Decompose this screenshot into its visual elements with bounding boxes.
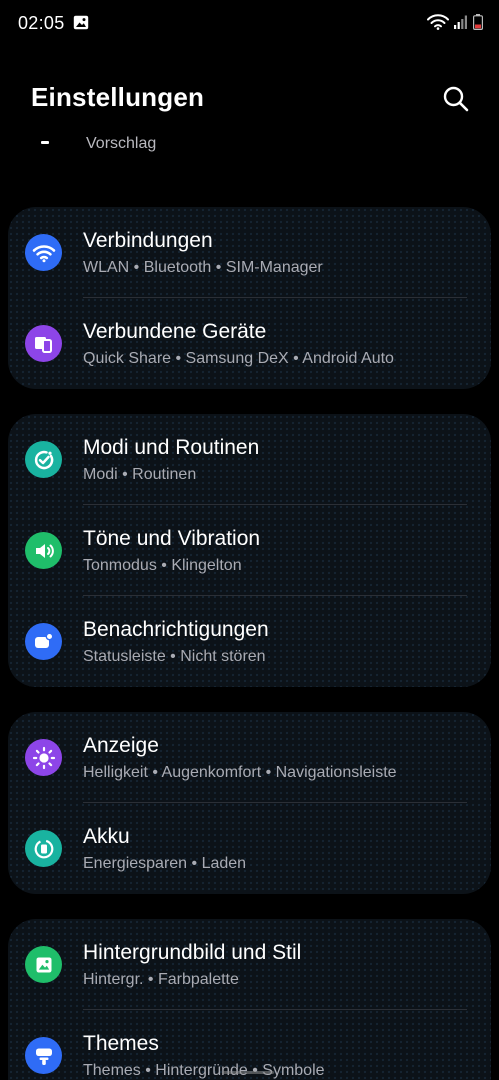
settings-group-display: Anzeige Helligkeit • Augenkomfort • Navi… bbox=[8, 712, 491, 894]
settings-item-akku[interactable]: Akku Energiesparen • Laden bbox=[8, 803, 491, 894]
wallpaper-icon bbox=[25, 946, 62, 983]
settings-group-sound: Modi und Routinen Modi • Routinen Töne u… bbox=[8, 414, 491, 687]
themes-icon bbox=[25, 1037, 62, 1074]
suggestion-icon bbox=[41, 141, 49, 144]
settings-item-verbundene-geraete[interactable]: Verbundene Geräte Quick Share • Samsung … bbox=[8, 298, 491, 389]
wifi-status-icon bbox=[427, 14, 449, 30]
item-title: Verbundene Geräte bbox=[83, 320, 267, 343]
brightness-icon bbox=[25, 739, 62, 776]
status-time: 02:05 bbox=[18, 13, 65, 33]
battery-status-icon bbox=[473, 14, 483, 30]
item-title: Hintergrundbild und Stil bbox=[83, 941, 302, 964]
item-subtitle: Quick Share • Samsung DeX • Android Auto bbox=[83, 350, 394, 367]
settings-group-connections: Verbindungen WLAN • Bluetooth • SIM-Mana… bbox=[8, 207, 491, 389]
wifi-icon bbox=[25, 234, 62, 271]
item-title: Benachrichtigungen bbox=[83, 618, 269, 641]
settings-item-toene-und-vibration[interactable]: Töne und Vibration Tonmodus • Klingelton bbox=[8, 505, 491, 596]
navigation-handle[interactable] bbox=[222, 1071, 274, 1074]
item-subtitle: Helligkeit • Augenkomfort • Navigationsl… bbox=[83, 764, 397, 781]
item-subtitle: Hintergr. • Farbpalette bbox=[83, 971, 239, 988]
suggestion-label: Vorschlag bbox=[86, 135, 157, 152]
notifications-icon bbox=[25, 623, 62, 660]
status-bar: 02:05 bbox=[0, 0, 499, 46]
item-title: Modi und Routinen bbox=[83, 436, 260, 459]
suggestion-item[interactable]: Vorschlag bbox=[0, 128, 499, 170]
status-indicators bbox=[427, 14, 483, 30]
settings-item-themes[interactable]: Themes Themes • Hintergründe • Symbole bbox=[8, 1010, 491, 1080]
item-subtitle: Statusleiste • Nicht stören bbox=[83, 648, 266, 665]
item-subtitle: Modi • Routinen bbox=[83, 466, 197, 483]
settings-group-style: Hintergrundbild und Stil Hintergr. • Far… bbox=[8, 919, 491, 1080]
battery-icon bbox=[25, 830, 62, 867]
settings-item-modi-und-routinen[interactable]: Modi und Routinen Modi • Routinen bbox=[8, 414, 491, 505]
signal-icon bbox=[454, 15, 467, 29]
settings-item-verbindungen[interactable]: Verbindungen WLAN • Bluetooth • SIM-Mana… bbox=[8, 207, 491, 298]
settings-item-hintergrundbild-und-stil[interactable]: Hintergrundbild und Stil Hintergr. • Far… bbox=[8, 919, 491, 1010]
item-title: Themes bbox=[83, 1032, 159, 1055]
item-title: Töne und Vibration bbox=[83, 527, 261, 550]
item-subtitle: Themes • Hintergründe • Symbole bbox=[83, 1062, 325, 1079]
header: Einstellungen bbox=[0, 82, 499, 118]
search-icon[interactable] bbox=[441, 84, 471, 114]
item-subtitle: WLAN • Bluetooth • SIM-Manager bbox=[83, 259, 323, 276]
item-title: Akku bbox=[83, 825, 130, 848]
settings-item-benachrichtigungen[interactable]: Benachrichtigungen Statusleiste • Nicht … bbox=[8, 596, 491, 687]
modes-routines-icon bbox=[25, 441, 62, 478]
settings-item-anzeige[interactable]: Anzeige Helligkeit • Augenkomfort • Navi… bbox=[8, 712, 491, 803]
page-title: Einstellungen bbox=[31, 82, 205, 112]
volume-icon bbox=[25, 532, 62, 569]
item-subtitle: Tonmodus • Klingelton bbox=[83, 557, 242, 574]
item-title: Verbindungen bbox=[83, 229, 213, 252]
connected-devices-icon bbox=[25, 325, 62, 362]
item-subtitle: Energiesparen • Laden bbox=[83, 855, 247, 872]
gallery-icon bbox=[73, 15, 89, 30]
item-title: Anzeige bbox=[83, 734, 159, 757]
